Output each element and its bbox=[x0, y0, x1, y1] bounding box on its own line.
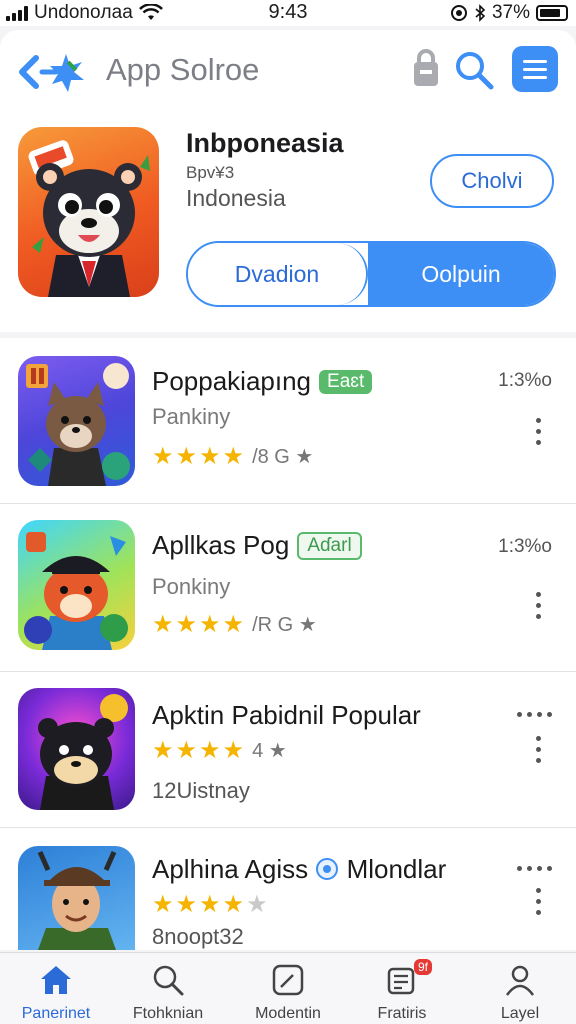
list-item[interactable]: Apktin Pabidnil Popular ★ ★ ★ ★ 4 ★ 12Uistn… bbox=[0, 672, 576, 828]
app-name-suffix: Mlondlar bbox=[346, 854, 447, 884]
star-icon: ★ bbox=[199, 891, 221, 918]
featured-app-developer: Bpv¥3 bbox=[186, 163, 235, 182]
back-logo-icon[interactable] bbox=[16, 48, 96, 98]
star-icon: ★ bbox=[199, 737, 221, 764]
featured-app-icon[interactable] bbox=[18, 127, 159, 297]
segmented-control: Dvadion Oolpuin bbox=[186, 241, 556, 307]
battery-icon bbox=[536, 5, 568, 21]
app-title: Aplhina Agiss Mlondlar bbox=[152, 854, 446, 885]
star-icon: ★ bbox=[152, 891, 174, 918]
star-icon: ★ bbox=[175, 891, 198, 918]
featured-app-country: Indonesia bbox=[186, 185, 286, 211]
app-title: Apllkas Pog Aɗarl bbox=[152, 530, 362, 561]
list-item[interactable]: Apllkas Pog Aɗarl 1:3%o Ponkiny ★ ★ ★ ★ /R G… bbox=[0, 504, 576, 672]
bluetooth-icon bbox=[475, 4, 486, 22]
app-icon bbox=[18, 520, 135, 650]
star-icon: ★ bbox=[175, 737, 198, 764]
star-icon: ★ bbox=[222, 891, 245, 918]
status-bar: Undonoлaa 9:43 37% bbox=[0, 0, 576, 26]
more-options-icon[interactable] bbox=[536, 888, 544, 915]
bottom-tab-bar: Panerinet Ftohknian Modentin 9f Fratiris… bbox=[0, 952, 576, 1024]
app-badge: Aɗarl bbox=[297, 532, 362, 560]
rating-text: /8 G ★ bbox=[252, 446, 314, 468]
app-badge: Eaɛt bbox=[319, 370, 373, 394]
star-icon: ★ bbox=[152, 611, 174, 638]
segment-right-button[interactable]: Oolpuin bbox=[368, 243, 554, 305]
app-name-text: Apllkas Pog bbox=[152, 530, 290, 560]
tab-profile[interactable]: Layel bbox=[470, 953, 570, 1024]
home-icon bbox=[41, 966, 71, 994]
edit-icon bbox=[272, 964, 304, 996]
app-time: 1:3%o bbox=[498, 370, 552, 391]
star-icon: ★ bbox=[199, 611, 221, 638]
chip-button[interactable]: Cholvi bbox=[430, 154, 554, 208]
battery-label: 37% bbox=[491, 2, 530, 23]
star-icon: ★ bbox=[152, 737, 174, 764]
app-name-text: Poppakiapıng bbox=[152, 366, 312, 396]
more-options-icon[interactable] bbox=[536, 418, 544, 445]
segment-left-button[interactable]: Dvadion bbox=[188, 243, 368, 305]
more-options-icon[interactable] bbox=[536, 736, 544, 763]
app-rating: ★ ★ ★ ★ 4 ★ bbox=[152, 736, 287, 765]
search-icon bbox=[153, 965, 184, 996]
app-icon bbox=[18, 846, 135, 950]
list-item[interactable]: Poppakiapıng Eaɛt 1:3%o Pankiny ★ ★ ★ ★ /8 G… bbox=[0, 338, 576, 504]
tab-label: Layel bbox=[500, 1005, 540, 1022]
info-icon bbox=[316, 858, 339, 880]
app-subtitle: 8noopt32 bbox=[152, 924, 244, 949]
app-title: Apktin Pabidnil Popular bbox=[152, 700, 421, 730]
app-list: Poppakiapıng Eaɛt 1:3%o Pankiny ★ ★ ★ ★ /8 G… bbox=[0, 338, 576, 950]
store-title: App Solroe bbox=[106, 52, 260, 87]
app-time: 1:3%o bbox=[498, 536, 552, 557]
list-item[interactable]: Aplhina Agiss Mlondlar ★ ★ ★ ★ ★ 8noopt32 bbox=[0, 828, 576, 950]
alarm-icon bbox=[450, 5, 467, 21]
app-icon bbox=[18, 688, 135, 810]
more-dots-icon[interactable] bbox=[517, 712, 552, 717]
person-icon bbox=[505, 965, 535, 996]
tab-label: Ftohknian bbox=[132, 1005, 204, 1022]
star-icon: ★ bbox=[152, 443, 174, 470]
rating-text: /R G ★ bbox=[252, 614, 317, 636]
menu-button[interactable] bbox=[512, 46, 558, 92]
app-rating: ★ ★ ★ ★ /8 G ★ bbox=[152, 442, 313, 471]
tab-label: Modentin bbox=[255, 1005, 321, 1022]
featured-app-name: Inbponeasia bbox=[186, 128, 344, 158]
tab-edit[interactable]: Modentin bbox=[238, 953, 338, 1024]
app-subtitle: Pankiny bbox=[152, 404, 231, 429]
tab-label: Panerinet bbox=[21, 1005, 91, 1022]
star-icon: ★ bbox=[222, 737, 245, 764]
tab-updates[interactable]: 9f Fratiris bbox=[352, 953, 452, 1024]
star-icon: ★ bbox=[199, 443, 221, 470]
star-icon: ★ bbox=[175, 443, 198, 470]
more-options-icon[interactable] bbox=[536, 592, 544, 619]
rating-text: 4 ★ bbox=[252, 740, 287, 762]
tab-search[interactable]: Ftohknian bbox=[118, 953, 218, 1024]
status-right: 37% bbox=[450, 2, 568, 24]
search-icon[interactable] bbox=[452, 48, 496, 92]
app-rating: ★ ★ ★ ★ ★ bbox=[152, 890, 268, 919]
app-subtitle: 12Uistnay bbox=[152, 778, 250, 803]
app-subtitle: Ponkiny bbox=[152, 574, 231, 599]
app-icon bbox=[18, 356, 135, 486]
app-title: Poppakiapıng Eaɛt bbox=[152, 366, 373, 397]
top-toolbar: App Solroe bbox=[0, 30, 576, 110]
header-card: App Solroe Inbponeasia Bpv¥3 Indonesia C… bbox=[0, 30, 576, 332]
tab-label: Fratiris bbox=[377, 1005, 427, 1022]
star-empty-icon: ★ bbox=[246, 891, 268, 918]
tab-home[interactable]: Panerinet bbox=[6, 953, 106, 1024]
star-icon: ★ bbox=[222, 443, 245, 470]
app-rating: ★ ★ ★ ★ /R G ★ bbox=[152, 610, 317, 639]
notification-badge: 9f bbox=[414, 959, 433, 975]
app-name-text: Aplhina Agiss bbox=[152, 854, 309, 884]
more-dots-icon[interactable] bbox=[517, 866, 552, 871]
bag-icon[interactable] bbox=[404, 48, 448, 92]
star-icon: ★ bbox=[175, 611, 198, 638]
star-icon: ★ bbox=[222, 611, 245, 638]
